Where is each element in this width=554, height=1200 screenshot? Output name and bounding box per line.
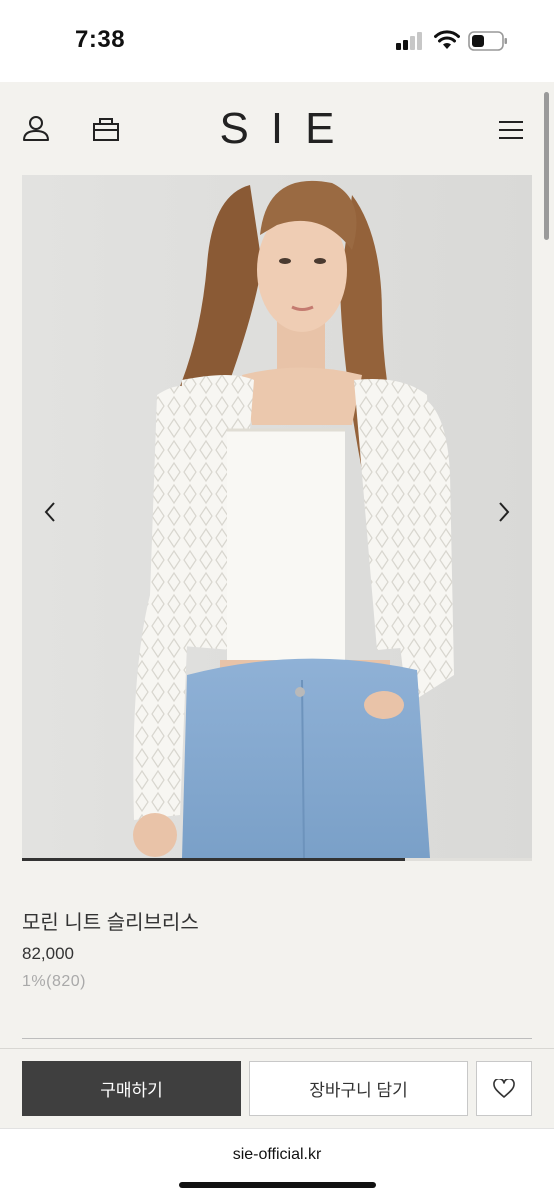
product-photo: [22, 175, 532, 858]
status-time: 7:38: [75, 26, 126, 53]
home-indicator[interactable]: [179, 1182, 376, 1188]
product-reward-points: 1%(820): [22, 973, 86, 990]
status-bar: 7:38: [0, 0, 554, 82]
chevron-right-icon: [499, 502, 510, 522]
wifi-icon: [434, 30, 460, 49]
browser-url[interactable]: sie-official.kr: [0, 1146, 554, 1164]
chevron-left-icon: [44, 502, 55, 522]
wishlist-button[interactable]: [476, 1061, 532, 1116]
product-name: 모린 니트 슬리브리스: [22, 912, 199, 934]
heart-icon: [493, 1078, 515, 1098]
gallery-progress-track: [22, 858, 532, 861]
battery-icon: [468, 31, 507, 51]
cellular-signal-icon: [396, 32, 422, 50]
previous-image-button[interactable]: [30, 487, 70, 537]
product-image-gallery[interactable]: [22, 175, 532, 858]
site-header: SIE: [0, 82, 554, 174]
gallery-progress-fill: [22, 858, 405, 861]
section-divider: [22, 1038, 532, 1039]
product-price: 82,000: [22, 944, 74, 963]
brand-logo[interactable]: SIE: [0, 104, 554, 154]
purchase-action-bar: 구매하기 장바구니 담기: [0, 1048, 554, 1128]
add-to-cart-button[interactable]: 장바구니 담기: [249, 1061, 468, 1116]
menu-icon[interactable]: [498, 120, 524, 140]
page-scrollbar[interactable]: [544, 92, 549, 240]
buy-now-button[interactable]: 구매하기: [22, 1061, 241, 1116]
browser-address-bar: sie-official.kr: [0, 1128, 554, 1200]
next-image-button[interactable]: [484, 487, 524, 537]
